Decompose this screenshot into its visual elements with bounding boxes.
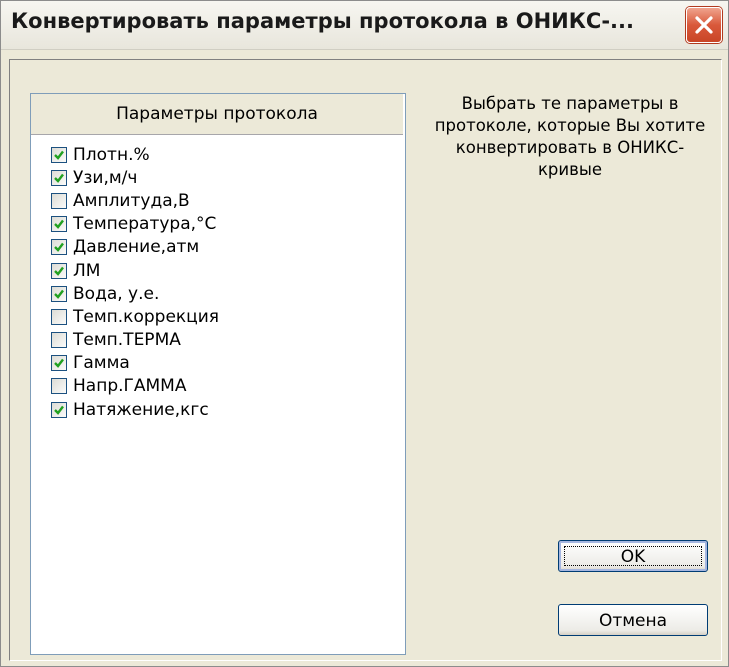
list-item-label: Вода, у.е. [73,283,160,304]
list-item[interactable]: Напр.ГАММА [51,375,219,398]
window-title: Конвертировать параметры протокола в ОНИ… [11,9,634,33]
title-bar[interactable]: Конвертировать параметры протокола в ОНИ… [1,1,728,50]
checkmark-icon [54,289,64,299]
list-item-label: Давление,атм [73,237,200,258]
list-item[interactable]: Темп.ТЕРМА [51,329,219,352]
checkbox[interactable] [51,192,67,209]
checkmark-icon [54,359,64,369]
close-button[interactable] [686,7,722,43]
list-item-label: Узи,м/ч [73,167,138,188]
checkmark-icon [54,266,64,276]
list-item[interactable]: Плотн.% [51,143,219,166]
parameters-list: Плотн.% Узи,м/ч Амплитуда,В Температура,°C Д… [51,143,219,421]
checkbox[interactable] [51,146,67,163]
ok-button[interactable]: OK [558,540,708,572]
checkbox[interactable] [51,239,67,256]
list-item[interactable]: Давление,атм [51,236,219,259]
checkbox[interactable] [51,308,67,325]
list-item[interactable]: Гамма [51,352,219,375]
list-item-label: Напр.ГАММА [73,376,187,397]
parameters-listbox[interactable]: Параметры протокола Плотн.% Узи,м/ч Амплит… [30,93,406,655]
list-item[interactable]: Натяжение,кгс [51,398,219,421]
list-item-label: Плотн.% [73,144,150,165]
checkbox[interactable] [51,355,67,372]
checkbox[interactable] [51,332,67,349]
checkbox[interactable] [51,378,67,395]
close-icon [695,16,713,34]
dialog-window: Конвертировать параметры протокола в ОНИ… [0,0,729,667]
checkbox[interactable] [51,216,67,233]
list-item-label: Температура,°C [73,214,217,235]
list-item[interactable]: Узи,м/ч [51,166,219,189]
cancel-button[interactable]: Отмена [558,604,708,636]
cancel-button-label: Отмена [598,611,668,631]
focus-rect [564,546,702,566]
checkbox[interactable] [51,262,67,279]
list-item[interactable]: Темп.коррекция [51,305,219,328]
checkmark-icon [54,405,64,415]
list-item[interactable]: Вода, у.е. [51,282,219,305]
checkmark-icon [54,243,64,253]
checkbox[interactable] [51,285,67,302]
checkbox[interactable] [51,401,67,418]
checkmark-icon [54,150,64,160]
checkmark-icon [54,173,64,183]
list-item-label: Амплитуда,В [73,190,190,211]
checkbox[interactable] [51,169,67,186]
list-item-label: Гамма [73,353,130,374]
list-item-label: Натяжение,кгс [73,399,209,420]
checkmark-icon [54,219,64,229]
list-item-label: Темп.коррекция [73,306,220,327]
hint-text: Выбрать те параметры в протоколе, которы… [434,94,706,179]
list-item[interactable]: Амплитуда,В [51,189,219,212]
list-item[interactable]: ЛМ [51,259,219,282]
list-item-label: Темп.ТЕРМА [73,330,181,351]
list-item-label: ЛМ [73,260,101,281]
list-item[interactable]: Температура,°C [51,213,219,236]
list-header[interactable]: Параметры протокола [31,94,403,135]
